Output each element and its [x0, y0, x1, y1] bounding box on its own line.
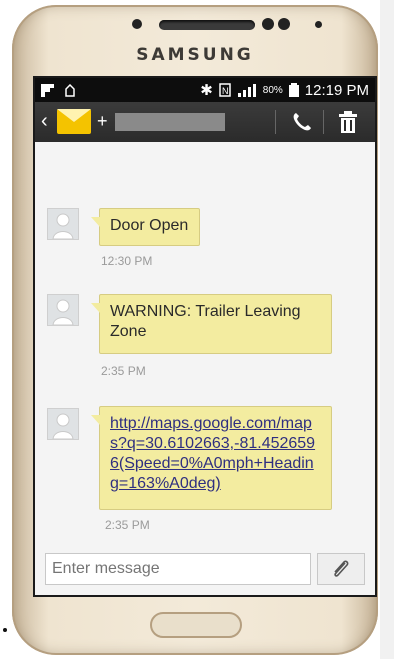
message-bubble[interactable]: WARNING: Trailer Leaving Zone	[91, 294, 332, 354]
contact-number-prefix: +	[97, 111, 108, 131]
battery-percent: 80%	[262, 84, 283, 96]
message-thread: Door Open 12:30 PM WARNING: Trailer Leav…	[35, 142, 375, 542]
front-camera	[262, 18, 274, 30]
call-icon[interactable]	[289, 109, 315, 135]
contact-avatar	[47, 408, 79, 440]
attach-button[interactable]	[317, 553, 365, 585]
nfc-icon: N	[219, 83, 231, 97]
message-bubble[interactable]: Door Open	[91, 208, 200, 246]
message-text: Door Open	[110, 217, 189, 234]
message-time: 2:35 PM	[105, 518, 150, 532]
sensor-dot	[132, 19, 142, 29]
flipboard-icon	[41, 83, 54, 97]
earpiece	[159, 20, 255, 30]
message-link[interactable]: http://maps.google.com/maps?q=30.6102663…	[110, 415, 315, 492]
home-button[interactable]	[150, 612, 242, 638]
person-icon	[52, 413, 74, 440]
message-composer	[35, 547, 375, 595]
status-bar: ✱ N 80% 12:19 PM	[35, 78, 375, 102]
message-bubble[interactable]: http://maps.google.com/maps?q=30.6102663…	[91, 406, 332, 510]
message-time: 12:30 PM	[101, 254, 153, 268]
conversation-header: ‹ +	[35, 102, 375, 142]
mail-icon	[57, 109, 91, 134]
message-input[interactable]	[45, 553, 311, 585]
phone-screen: ✱ N 80% 12:19 PM ‹ + Door Open 12:30 PM …	[33, 76, 377, 597]
redacted-contact-number	[115, 113, 225, 131]
message-text: WARNING: Trailer Leaving Zone	[110, 303, 301, 340]
background-strip	[380, 0, 394, 659]
paperclip-icon	[334, 560, 349, 577]
dust-speck	[3, 628, 7, 632]
trash-icon[interactable]	[337, 110, 359, 134]
bluetooth-icon: ✱	[200, 82, 213, 99]
led-indicator	[315, 21, 322, 28]
header-divider	[275, 110, 276, 134]
header-divider	[323, 110, 324, 134]
contact-avatar	[47, 208, 79, 240]
person-icon	[52, 213, 74, 240]
back-icon[interactable]: ‹	[41, 110, 48, 133]
status-left	[41, 81, 83, 98]
status-right: ✱ N 80% 12:19 PM	[200, 81, 369, 100]
signal-icon	[237, 84, 256, 97]
brand-logo: SAMSUNG	[136, 45, 254, 65]
contact-avatar	[47, 294, 79, 326]
battery-icon	[288, 83, 299, 97]
message-time: 2:35 PM	[101, 364, 146, 378]
clock: 12:19 PM	[304, 81, 369, 99]
svg-text:N: N	[222, 86, 229, 96]
proximity-sensor	[278, 18, 290, 30]
person-icon	[52, 299, 74, 326]
notification-icon	[65, 83, 75, 97]
